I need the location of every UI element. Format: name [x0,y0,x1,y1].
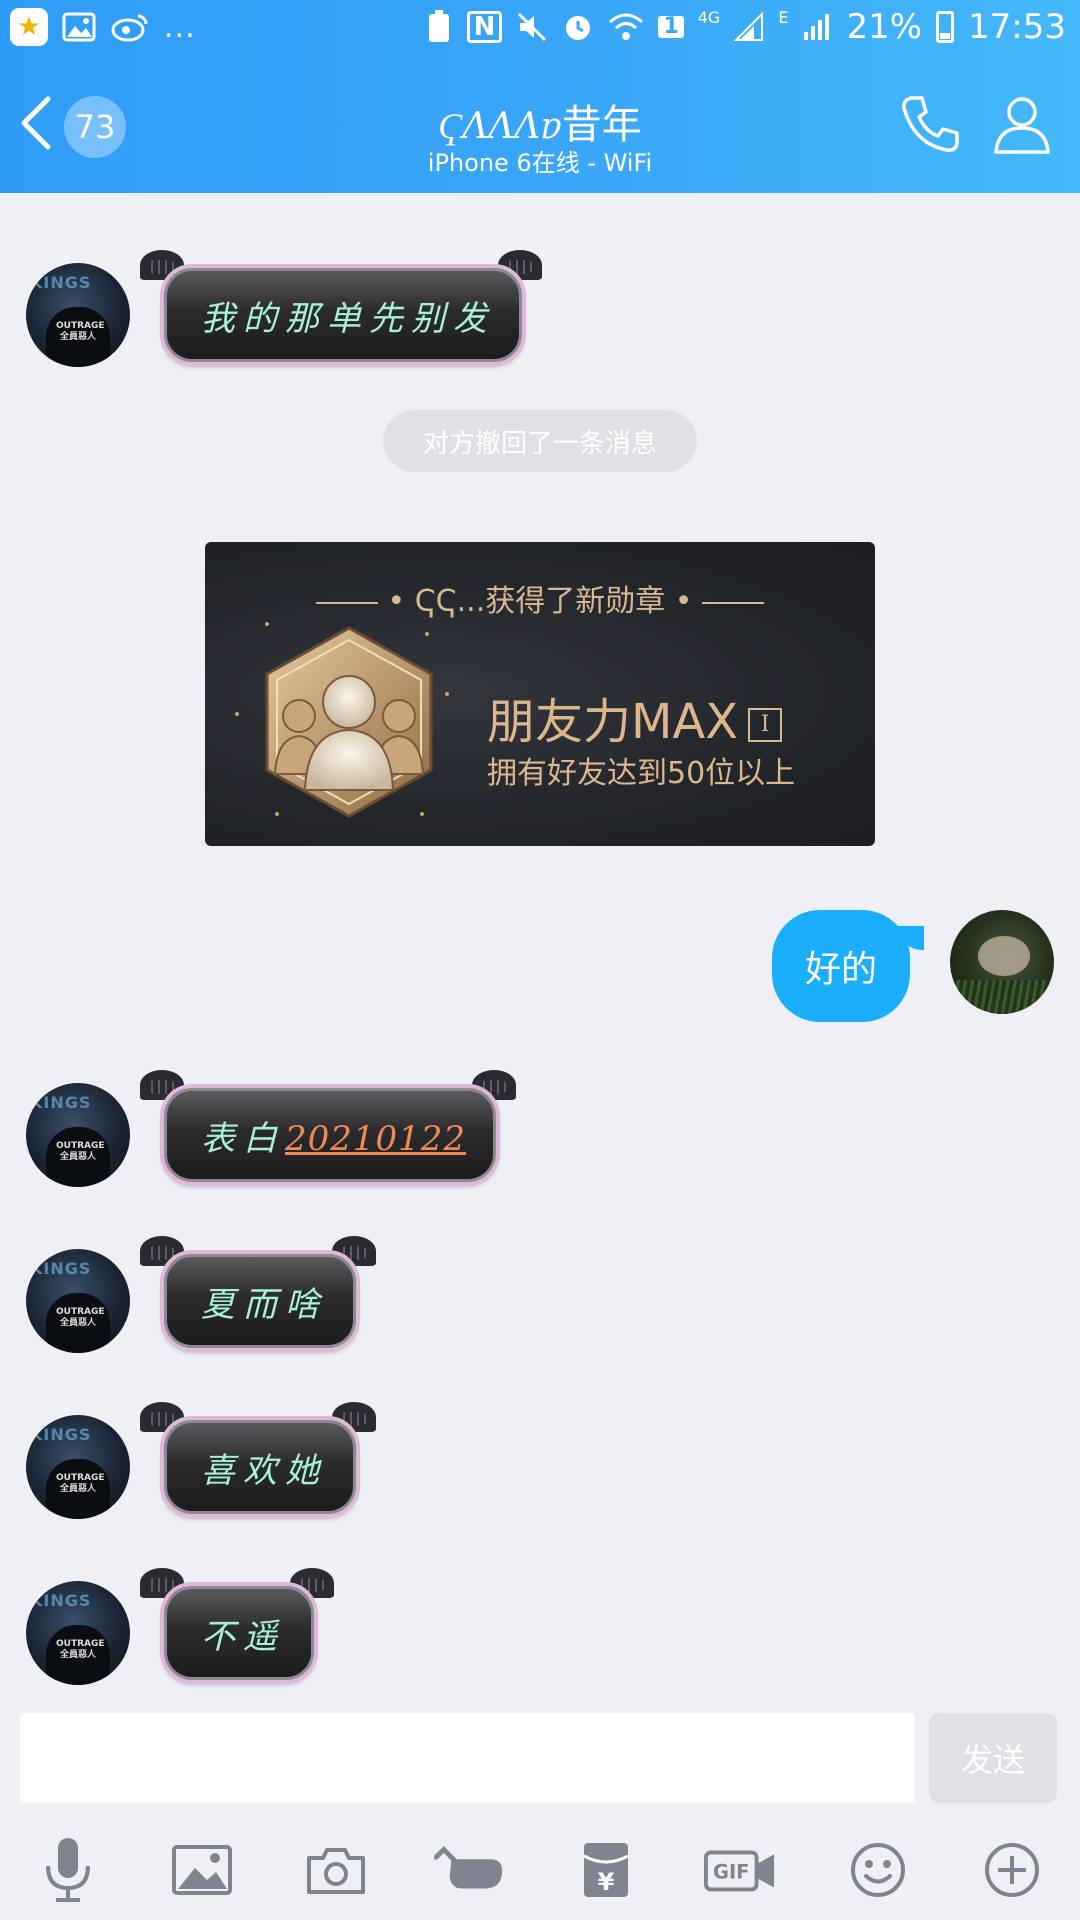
message-link[interactable]: 20210122 [285,1119,466,1159]
medal-header-text: ҀҀ...获得了新勋章 [414,584,666,619]
battery-icon [936,11,955,43]
image-icon[interactable] [166,1836,238,1904]
recycle-icon [428,10,449,42]
avatar-shirt-text: OUTRAGE 全員惡人 [56,1639,105,1660]
plus-icon[interactable] [976,1836,1048,1904]
mute-icon [518,12,547,42]
avatar-glow-text: KINGS [30,273,92,292]
message-bubble[interactable]: 夏而啥 [164,1254,356,1348]
avatar-glow-text: KINGS [30,1591,92,1610]
contact-avatar[interactable]: KINGS OUTRAGE 全員惡人 [26,1415,130,1519]
alarm-icon [566,16,591,40]
medal-badge-icon [265,626,433,818]
send-button[interactable]: 发送 [929,1713,1057,1803]
emoji-icon[interactable] [842,1836,914,1904]
weibo-icon [111,14,148,42]
poke-icon[interactable] [434,1836,506,1904]
medal-name-text: 朋友力MAX [487,694,739,750]
status-bar: ★ ... N 1 4G E 21% 17:53 [0,0,1080,64]
message-text: 我的那单先别发 [201,298,495,339]
message-bubble[interactable]: 喜欢她 [164,1420,356,1514]
red-packet-yen: ¥ [598,1868,615,1896]
mic-icon[interactable] [32,1836,104,1904]
medal-description: 拥有好友达到50位以上 [487,756,796,791]
avatar-glow-text: KINGS [30,1093,92,1112]
wifi-icon [609,13,644,40]
nfc-icon: N [466,11,503,43]
message-bubble[interactable]: 表白20210122 [164,1088,496,1182]
network-type: 4G [698,10,721,44]
contact-avatar[interactable]: KINGS OUTRAGE 全員惡人 [26,1083,130,1187]
contact-avatar[interactable]: KINGS OUTRAGE 全員惡人 [26,1249,130,1353]
my-avatar[interactable] [950,910,1054,1014]
title-name: 昔年 [561,102,642,148]
contact-avatar[interactable]: KINGS OUTRAGE 全員惡人 [26,1581,130,1685]
message-text: 表白20210122 [201,1111,466,1160]
medal-header: • ҀҀ...获得了新勋章 • [205,576,875,620]
edge-label: E [778,8,789,27]
message-text: 喜欢她 [201,1450,327,1491]
more-notifications: ... [164,9,196,45]
medal-name: 朋友力MAX I [487,682,783,752]
gif-label: GIF [713,1861,749,1884]
message-bubble[interactable]: 不遥 [164,1586,314,1680]
avatar-glow-text: KINGS [30,1425,92,1444]
my-message-text: 好的 [804,949,877,990]
clock: 17:53 [968,7,1066,47]
avatar-shirt-text: OUTRAGE 全員惡人 [56,321,105,342]
gallery-icon [62,12,96,42]
avatar-shirt-text: OUTRAGE 全員惡人 [56,1307,105,1328]
signal-icon-1 [734,12,764,41]
message-input[interactable] [20,1713,915,1803]
chat-header: ★ ... N 1 4G E 21% 17:53 73 ҀɅɅɅɐ昔年 iPho… [0,0,1080,193]
profile-icon[interactable] [990,92,1054,156]
medal-card[interactable]: • ҀҀ...获得了新勋章 • 朋友力MAX I 拥有好友达到50位以上 [205,542,875,846]
my-message-bubble[interactable]: 好的 [772,910,910,1022]
avatar-glow-text: KINGS [30,1259,92,1278]
camera-icon[interactable] [300,1836,372,1904]
signal-icon-2 [804,14,830,40]
star-app-icon: ★ [10,8,48,46]
medal-level: I [748,708,783,742]
phone-call-icon[interactable] [898,92,962,156]
network-label: 4G [697,8,721,27]
battery-percent: 21% [846,7,923,47]
message-text: 夏而啥 [201,1284,327,1325]
message-text: 不遥 [201,1616,285,1657]
sim-badge: 1 [658,16,684,38]
message-prefix: 表白 [201,1118,285,1159]
avatar-shirt-text: OUTRAGE 全員惡人 [56,1473,105,1494]
message-bubble[interactable]: 我的那单先别发 [164,268,522,362]
recall-notice: 对方撤回了一条消息 [383,410,697,472]
avatar-shirt-text: OUTRAGE 全員惡人 [56,1141,105,1162]
contact-avatar[interactable]: KINGS OUTRAGE 全員惡人 [26,263,130,367]
title-fancy-text: ҀɅɅɅɐ [438,106,562,147]
red-packet-icon[interactable]: ¥ [570,1836,642,1904]
gif-icon[interactable]: GIF [704,1836,776,1904]
